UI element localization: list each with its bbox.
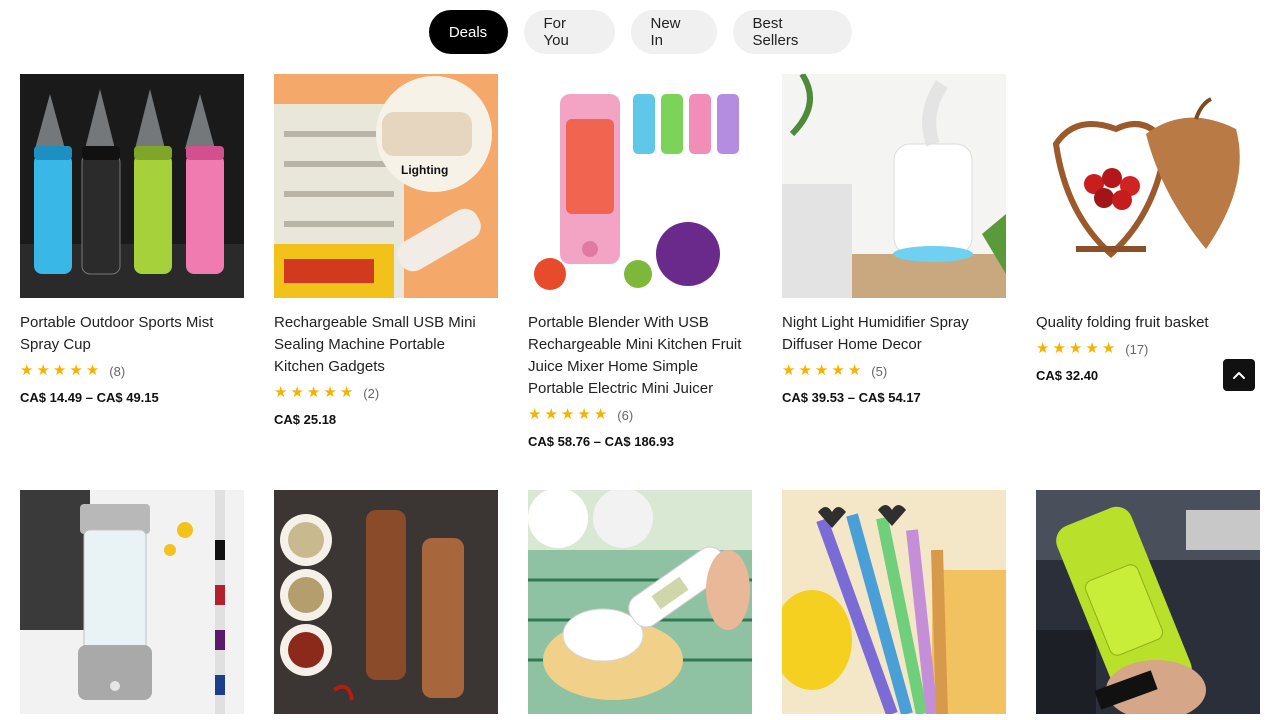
product-rating: ★ ★ ★ ★ ★ (2) xyxy=(274,385,498,401)
star-icon: ★ xyxy=(847,362,862,379)
product-card[interactable] xyxy=(274,490,498,714)
star-icon: ★ xyxy=(560,406,575,423)
star-icon: ★ xyxy=(339,384,354,401)
product-image[interactable]: Lighting xyxy=(274,74,498,298)
product-card[interactable]: Portable Outdoor Sports Mist Spray Cup ★… xyxy=(20,74,244,405)
product-image[interactable] xyxy=(274,490,498,714)
star-icon: ★ xyxy=(528,406,542,423)
product-rating: ★ ★ ★ ★ ★ (17) xyxy=(1036,341,1260,357)
product-rating: ★ ★ ★ ★ ★ (8) xyxy=(20,363,244,379)
product-image[interactable] xyxy=(20,490,244,714)
product-card[interactable]: Portable Blender With USB Rechargeable M… xyxy=(528,74,752,449)
star-icon: ★ xyxy=(593,406,608,423)
product-title[interactable]: Quality folding fruit basket xyxy=(1036,312,1260,334)
star-icon: ★ xyxy=(274,384,288,401)
star-icon: ★ xyxy=(1085,340,1099,357)
star-rating: ★ ★ ★ ★ ★ xyxy=(274,385,353,401)
product-card[interactable] xyxy=(782,490,1006,714)
star-icon: ★ xyxy=(814,362,829,379)
product-title[interactable]: Night Light Humidifier Spray Diffuser Ho… xyxy=(782,312,1006,356)
product-image[interactable] xyxy=(528,74,752,298)
image-caption: Lighting xyxy=(401,163,448,177)
product-card[interactable] xyxy=(528,490,752,714)
star-icon: ★ xyxy=(290,384,304,401)
star-icon: ★ xyxy=(52,362,67,379)
product-card[interactable]: Lighting Rechargeable Small USB Mini Sea… xyxy=(274,74,498,427)
product-title[interactable]: Portable Blender With USB Rechargeable M… xyxy=(528,312,752,400)
star-icon: ★ xyxy=(85,362,100,379)
star-rating: ★ ★ ★ ★ ★ xyxy=(1036,341,1115,357)
product-rating: ★ ★ ★ ★ ★ (5) xyxy=(782,363,1006,379)
star-icon: ★ xyxy=(1068,340,1083,357)
review-count: (6) xyxy=(617,407,634,423)
star-icon: ★ xyxy=(323,384,337,401)
product-card[interactable]: Quality folding fruit basket ★ ★ ★ ★ ★ (17) … xyxy=(1036,74,1260,383)
star-icon: ★ xyxy=(1052,340,1066,357)
product-card[interactable]: Night Light Humidifier Spray Diffuser Ho… xyxy=(782,74,1006,405)
star-icon: ★ xyxy=(20,362,34,379)
tab-for-you[interactable]: For You xyxy=(523,10,615,54)
product-price: CA$ 39.53 – CA$ 54.17 xyxy=(782,390,921,405)
star-icon: ★ xyxy=(544,406,558,423)
product-price: CA$ 58.76 – CA$ 186.93 xyxy=(528,434,674,449)
star-icon: ★ xyxy=(1036,340,1050,357)
product-card[interactable] xyxy=(1036,490,1260,714)
chevron-up-icon xyxy=(1233,372,1245,379)
tab-new-in[interactable]: New In xyxy=(630,10,717,54)
star-icon: ★ xyxy=(36,362,50,379)
star-rating: ★ ★ ★ ★ ★ xyxy=(782,363,861,379)
star-icon: ★ xyxy=(798,362,812,379)
star-icon: ★ xyxy=(306,384,321,401)
product-image[interactable] xyxy=(1036,490,1260,714)
product-price: CA$ 25.18 xyxy=(274,412,337,427)
review-count: (2) xyxy=(363,385,380,401)
category-tabs: Deals For You New In Best Sellers xyxy=(0,10,1280,54)
product-image[interactable] xyxy=(20,74,244,298)
star-icon: ★ xyxy=(782,362,796,379)
star-icon: ★ xyxy=(69,362,83,379)
review-count: (8) xyxy=(109,363,126,379)
product-price: CA$ 14.49 – CA$ 49.15 xyxy=(20,390,159,405)
star-rating: ★ ★ ★ ★ ★ xyxy=(528,407,607,423)
product-rating: ★ ★ ★ ★ ★ (6) xyxy=(528,407,752,423)
back-to-top-button[interactable] xyxy=(1223,359,1255,391)
product-image[interactable] xyxy=(1036,74,1260,298)
product-image[interactable] xyxy=(528,490,752,714)
tab-deals[interactable]: Deals xyxy=(428,10,508,54)
review-count: (17) xyxy=(1125,341,1149,357)
star-icon: ★ xyxy=(1101,340,1116,357)
product-title[interactable]: Portable Outdoor Sports Mist Spray Cup xyxy=(20,312,244,356)
product-image[interactable] xyxy=(782,490,1006,714)
tab-best-sellers[interactable]: Best Sellers xyxy=(732,10,852,54)
product-image[interactable] xyxy=(782,74,1006,298)
product-title[interactable]: Rechargeable Small USB Mini Sealing Mach… xyxy=(274,312,498,378)
review-count: (5) xyxy=(871,363,888,379)
product-card[interactable] xyxy=(20,490,244,714)
star-icon: ★ xyxy=(577,406,591,423)
star-icon: ★ xyxy=(831,362,845,379)
star-rating: ★ ★ ★ ★ ★ xyxy=(20,363,99,379)
